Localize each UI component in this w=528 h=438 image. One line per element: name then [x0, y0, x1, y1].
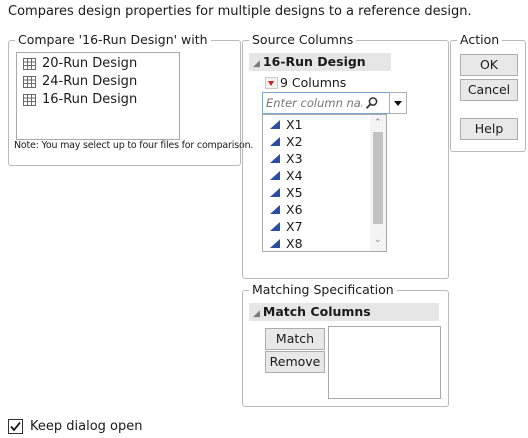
scrollbar-thumb[interactable] [373, 132, 383, 224]
action-group: Action OK Cancel Help [450, 32, 526, 152]
file-name: 20-Run Design [42, 56, 138, 71]
match-columns-title: Match Columns [262, 304, 371, 319]
file-name: 24-Run Design [42, 74, 138, 89]
action-legend: Action [457, 32, 503, 48]
column-name: X6 [286, 202, 303, 217]
source-columns-legend: Source Columns [249, 32, 357, 48]
dialog-description: Compares design properties for multiple … [8, 4, 472, 19]
remove-button[interactable]: Remove [265, 351, 325, 373]
match-button[interactable]: Match [265, 328, 325, 350]
help-button[interactable]: Help [460, 118, 518, 140]
scroll-down-icon[interactable]: ⌄ [374, 236, 382, 245]
column-name: X7 [286, 219, 303, 234]
column-name: X4 [286, 168, 303, 183]
compare-group: Compare '16-Run Design' with 20-Run Desi… [8, 32, 253, 166]
column-count-label: 9 Columns [280, 75, 347, 90]
column-name: X3 [286, 151, 303, 166]
ok-button[interactable]: OK [460, 54, 518, 76]
column-name: X2 [286, 134, 303, 149]
list-item[interactable]: X3 [263, 150, 386, 167]
list-item[interactable]: X1 [263, 116, 386, 133]
source-table-name: 16-Run Design [262, 54, 366, 69]
scroll-up-icon[interactable]: ⌃ [374, 119, 382, 128]
keep-dialog-open[interactable]: Keep dialog open [8, 418, 142, 434]
list-item[interactable]: X7 [263, 218, 386, 235]
continuous-column-icon [270, 222, 280, 231]
list-item[interactable]: X4 [263, 167, 386, 184]
source-column-list[interactable]: X1 X2 X3 X4 X5 X6 X7 X8 ⌃ ⌄ [262, 114, 387, 252]
filter-options-dropdown[interactable] [389, 92, 407, 114]
matched-columns-list[interactable] [328, 326, 441, 399]
continuous-column-icon [270, 154, 280, 163]
file-name: 16-Run Design [42, 92, 138, 107]
list-item[interactable]: X6 [263, 201, 386, 218]
continuous-column-icon [270, 205, 280, 214]
red-triangle-menu-icon[interactable] [265, 77, 278, 89]
data-table-icon [23, 76, 36, 88]
matching-spec-legend: Matching Specification [249, 282, 397, 298]
data-table-icon [23, 58, 36, 70]
list-item[interactable]: 20-Run Design [17, 55, 179, 73]
compare-legend: Compare '16-Run Design' with [15, 32, 211, 48]
search-icon[interactable] [365, 96, 379, 110]
matching-spec-group: Matching Specification ◢ Match Columns Ma… [242, 282, 449, 407]
disclosure-triangle-icon[interactable]: ◢ [253, 305, 260, 323]
cancel-button[interactable]: Cancel [460, 79, 518, 101]
continuous-column-icon [270, 137, 280, 146]
list-item[interactable]: X8 [263, 235, 386, 251]
source-table-header[interactable]: ◢ 16-Run Design [249, 53, 391, 71]
column-search-input[interactable] [263, 96, 362, 110]
compare-file-list[interactable]: 20-Run Design 24-Run Design 16-Run Desig… [16, 52, 180, 140]
match-columns-header[interactable]: ◢ Match Columns [249, 303, 439, 321]
keep-open-checkbox[interactable] [8, 418, 23, 434]
continuous-column-icon [270, 188, 280, 197]
continuous-column-icon [270, 120, 280, 129]
column-name: X5 [286, 185, 303, 200]
column-count: 9 Columns [265, 75, 346, 91]
column-list-scrollbar[interactable]: ⌃ ⌄ [370, 115, 386, 251]
source-columns-group: Source Columns ◢ 16-Run Design 9 Columns … [242, 32, 449, 279]
disclosure-triangle-icon[interactable]: ◢ [253, 55, 260, 73]
list-item[interactable]: X2 [263, 133, 386, 150]
compare-note: Note: You may select up to four files fo… [14, 140, 254, 151]
column-name: X8 [286, 236, 303, 251]
checkmark-icon [10, 421, 21, 431]
list-item[interactable]: 24-Run Design [17, 73, 179, 91]
column-filter [262, 92, 407, 114]
list-item[interactable]: 16-Run Design [17, 91, 179, 109]
keep-open-label: Keep dialog open [30, 418, 143, 434]
column-name: X1 [286, 117, 303, 132]
data-table-icon [23, 94, 36, 106]
list-item[interactable]: X5 [263, 184, 386, 201]
chevron-down-icon [394, 100, 402, 106]
continuous-column-icon [270, 239, 280, 248]
continuous-column-icon [270, 171, 280, 180]
